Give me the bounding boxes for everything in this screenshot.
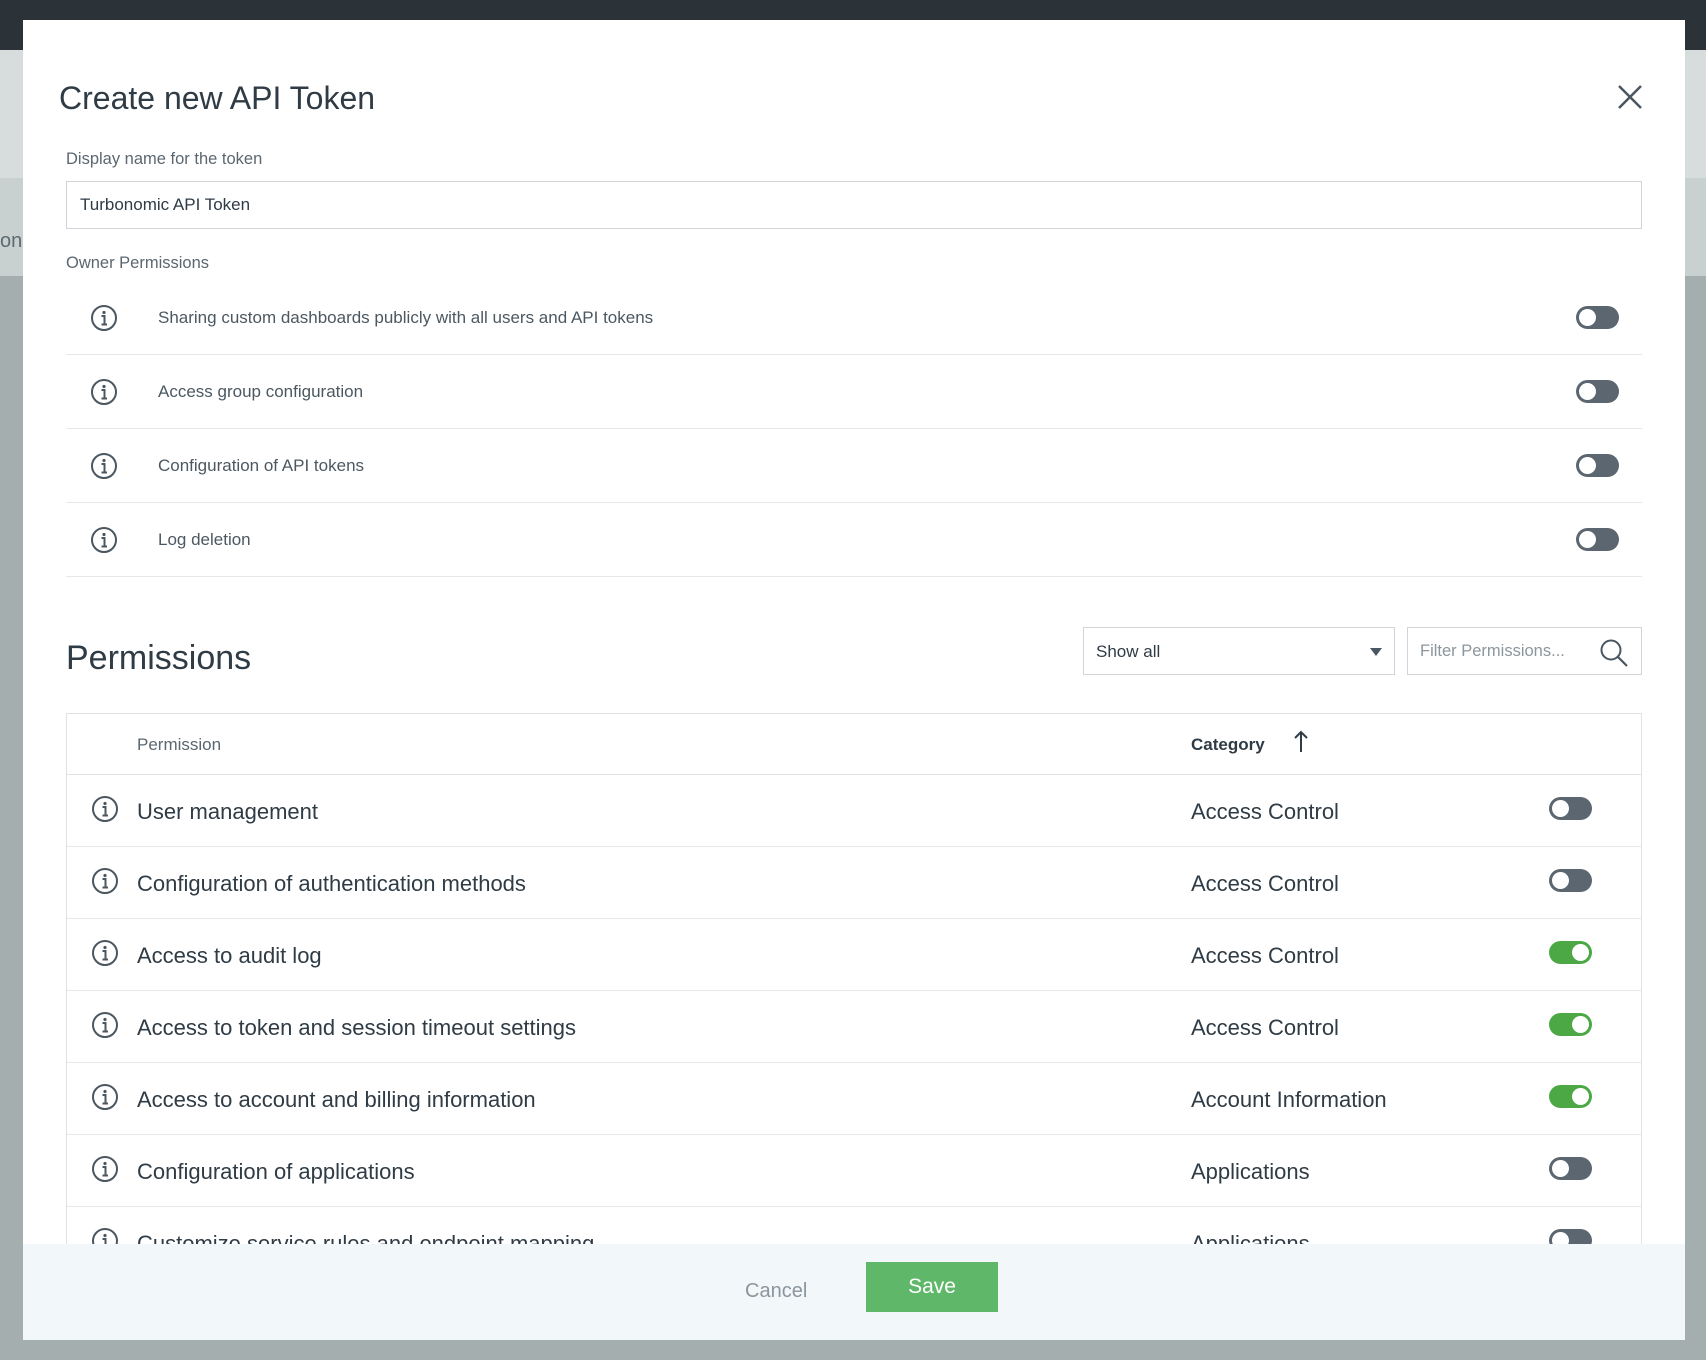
close-icon bbox=[1618, 85, 1642, 109]
permission-toggle[interactable] bbox=[1549, 797, 1592, 820]
search-icon[interactable] bbox=[1599, 638, 1629, 668]
permission-category: Access Control bbox=[1191, 871, 1339, 896]
table-row: User management Access Control bbox=[67, 775, 1641, 847]
toggle-knob bbox=[1552, 800, 1569, 817]
background-partial-text: on bbox=[0, 230, 23, 252]
permission-name: Access to account and billing informatio… bbox=[137, 1087, 536, 1112]
info-button[interactable] bbox=[90, 452, 118, 480]
table-row: Configuration of applications Application… bbox=[67, 1135, 1641, 1207]
permission-category: Access Control bbox=[1191, 799, 1339, 824]
cancel-button[interactable]: Cancel bbox=[745, 1280, 807, 1303]
create-api-token-dialog: Create new API Token Display name for th… bbox=[23, 20, 1685, 1340]
owner-permission-row: Configuration of API tokens bbox=[66, 429, 1642, 503]
permissions-title: Permissions bbox=[66, 639, 252, 677]
toggle-knob bbox=[1579, 457, 1596, 474]
permissions-table: Permission Category User management Acces… bbox=[66, 713, 1642, 1280]
owner-permission-toggle[interactable] bbox=[1576, 380, 1619, 403]
toggle-knob bbox=[1579, 309, 1596, 326]
permission-toggle[interactable] bbox=[1549, 941, 1592, 964]
toggle-knob bbox=[1579, 383, 1596, 400]
permission-name: Access to token and session timeout sett… bbox=[137, 1015, 577, 1040]
info-icon[interactable] bbox=[91, 939, 119, 967]
info-icon[interactable] bbox=[91, 1011, 119, 1039]
owner-permission-label: Access group configuration bbox=[158, 382, 364, 401]
sort-ascending-icon[interactable] bbox=[1293, 730, 1309, 754]
owner-permission-toggle[interactable] bbox=[1576, 454, 1619, 477]
owner-permission-label: Log deletion bbox=[158, 530, 251, 549]
table-row: Configuration of authentication methods A… bbox=[67, 847, 1641, 919]
permission-toggle[interactable] bbox=[1549, 1013, 1592, 1036]
owner-permission-label: Sharing custom dashboards publicly with … bbox=[158, 308, 654, 327]
info-button[interactable] bbox=[91, 867, 119, 895]
info-icon[interactable] bbox=[90, 304, 118, 332]
permission-name: Access to audit log bbox=[137, 943, 322, 968]
info-button[interactable] bbox=[91, 939, 119, 967]
table-row: Access to token and session timeout sett… bbox=[67, 991, 1641, 1063]
info-button[interactable] bbox=[91, 795, 119, 823]
info-button[interactable] bbox=[90, 304, 118, 332]
permission-category: Access Control bbox=[1191, 943, 1339, 968]
permission-name: User management bbox=[137, 799, 318, 824]
permission-name: Configuration of applications bbox=[137, 1159, 415, 1184]
info-icon[interactable] bbox=[91, 1155, 119, 1183]
info-button[interactable] bbox=[91, 1011, 119, 1039]
show-filter-value: Show all bbox=[1096, 642, 1161, 661]
filter-permissions-input[interactable] bbox=[1420, 640, 1600, 662]
info-icon[interactable] bbox=[91, 867, 119, 895]
owner-permissions-list: Sharing custom dashboards publicly with … bbox=[66, 281, 1642, 577]
dialog-title: Create new API Token bbox=[59, 80, 376, 116]
toggle-knob bbox=[1572, 1088, 1589, 1105]
info-icon[interactable] bbox=[90, 526, 118, 554]
filter-permissions-field bbox=[1407, 627, 1642, 675]
column-header-category[interactable]: Category bbox=[1191, 735, 1265, 755]
toggle-knob bbox=[1572, 1016, 1589, 1033]
toggle-knob bbox=[1552, 1160, 1569, 1177]
permission-category: Access Control bbox=[1191, 1015, 1339, 1040]
table-header: Permission Category bbox=[67, 714, 1641, 775]
info-icon[interactable] bbox=[90, 452, 118, 480]
owner-permissions-label: Owner Permissions bbox=[66, 254, 210, 272]
table-body: User management Access Control Configurati… bbox=[67, 775, 1641, 1279]
info-icon[interactable] bbox=[90, 378, 118, 406]
info-button[interactable] bbox=[91, 1155, 119, 1183]
info-button[interactable] bbox=[90, 526, 118, 554]
owner-permission-label: Configuration of API tokens bbox=[158, 456, 365, 475]
permission-toggle[interactable] bbox=[1549, 1157, 1592, 1180]
owner-permission-toggle[interactable] bbox=[1576, 306, 1619, 329]
owner-permission-row: Access group configuration bbox=[66, 355, 1642, 429]
permission-category: Applications bbox=[1191, 1159, 1310, 1184]
display-name-input[interactable] bbox=[66, 181, 1642, 229]
permission-toggle[interactable] bbox=[1549, 1085, 1592, 1108]
column-header-permission[interactable]: Permission bbox=[137, 735, 221, 755]
permission-toggle[interactable] bbox=[1549, 869, 1592, 892]
permission-name: Configuration of authentication methods bbox=[137, 871, 526, 896]
toggle-knob bbox=[1579, 531, 1596, 548]
info-icon[interactable] bbox=[91, 795, 119, 823]
table-row: Access to account and billing informatio… bbox=[67, 1063, 1641, 1135]
close-button[interactable] bbox=[1615, 82, 1645, 112]
dialog-footer: Cancel Save bbox=[23, 1244, 1685, 1340]
info-button[interactable] bbox=[90, 378, 118, 406]
table-row: Access to audit log Access Control bbox=[67, 919, 1641, 991]
info-button[interactable] bbox=[91, 1083, 119, 1111]
owner-permission-row: Sharing custom dashboards publicly with … bbox=[66, 281, 1642, 355]
show-filter-select[interactable]: Show all bbox=[1083, 627, 1395, 675]
display-name-label: Display name for the token bbox=[66, 150, 263, 168]
owner-permission-toggle[interactable] bbox=[1576, 528, 1619, 551]
permissions-header: Permissions Show all bbox=[66, 617, 1642, 709]
toggle-knob bbox=[1552, 872, 1569, 889]
permission-category: Account Information bbox=[1191, 1087, 1387, 1112]
owner-permission-row: Log deletion bbox=[66, 503, 1642, 577]
save-button[interactable]: Save bbox=[866, 1262, 998, 1312]
info-icon[interactable] bbox=[91, 1083, 119, 1111]
caret-down-icon bbox=[1370, 648, 1382, 656]
dialog-content: Display name for the token Owner Permiss… bbox=[66, 150, 1642, 1280]
toggle-knob bbox=[1572, 944, 1589, 961]
